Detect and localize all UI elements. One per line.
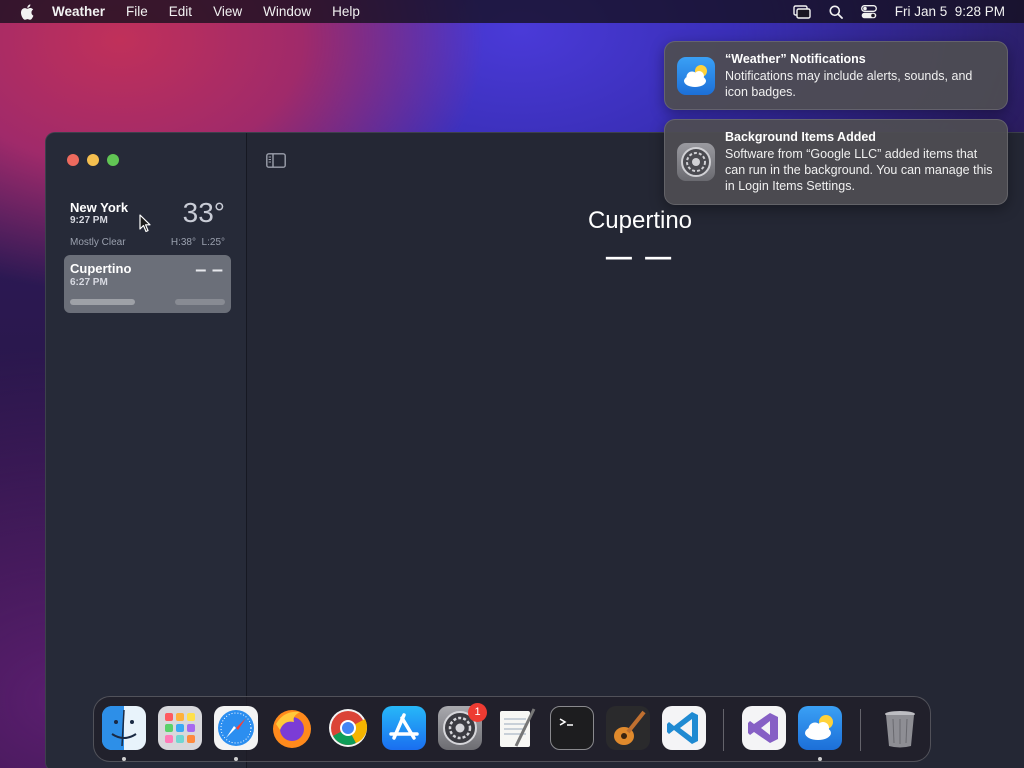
weather-icon[interactable] [798, 706, 842, 750]
notification-title: “Weather” Notifications [725, 52, 866, 66]
dock-separator [860, 709, 861, 751]
location-temp: – – [195, 259, 223, 281]
loading-placeholder [70, 299, 135, 305]
location-temp: 33° [182, 197, 225, 228]
location-city: New York [70, 200, 129, 215]
location-high-low: H:38° L:25° [170, 237, 225, 248]
app-store-icon[interactable] [382, 706, 426, 750]
weather-window: New York 9:27 PM 33° Mostly Clear H:38° … [45, 132, 1024, 768]
zoom-button[interactable] [107, 154, 119, 166]
running-indicator [122, 757, 126, 761]
minimize-button[interactable] [87, 154, 99, 166]
system-settings-icon [677, 143, 715, 181]
launchpad-icon[interactable] [158, 706, 202, 750]
menu-window[interactable]: Window [263, 4, 311, 19]
trash-icon[interactable] [878, 706, 922, 750]
location-time: 6:27 PM [70, 277, 108, 288]
notification-body: Notifications may include alerts, sounds… [725, 69, 973, 99]
notification-badge: 1 [468, 703, 487, 722]
location-item-cupertino[interactable]: Cupertino 6:27 PM – – [64, 255, 231, 313]
notification-background-items[interactable]: Background Items Added Software from “Go… [664, 119, 1008, 205]
firefox-icon[interactable] [270, 706, 314, 750]
finder-icon[interactable] [102, 706, 146, 750]
notification-body: Software from “Google LLC” added items t… [725, 147, 993, 193]
current-temperature: — — [605, 241, 675, 271]
chrome-icon[interactable] [326, 706, 370, 750]
menu-app-name[interactable]: Weather [52, 4, 105, 19]
menu-bar: Weather File Edit View Window Help Fri J… [0, 0, 1024, 23]
running-indicator [818, 757, 822, 761]
window-controls [67, 154, 119, 166]
menu-help[interactable]: Help [332, 4, 360, 19]
loading-placeholder [175, 299, 225, 305]
location-city: Cupertino [70, 261, 132, 276]
close-button[interactable] [67, 154, 79, 166]
current-city-title: Cupertino [587, 207, 693, 234]
vscode-icon[interactable] [662, 706, 706, 750]
location-time: 9:27 PM [70, 215, 108, 226]
weather-app-icon [677, 57, 715, 95]
notification-weather[interactable]: “Weather” Notifications Notifications ma… [664, 41, 1008, 110]
menu-file[interactable]: File [126, 4, 148, 19]
location-condition: Mostly Clear [70, 237, 126, 248]
menu-clock[interactable]: Fri Jan 5 9:28 PM [895, 4, 1005, 19]
menu-view[interactable]: View [213, 4, 242, 19]
main-content: Cupertino — — [247, 133, 1024, 768]
screen-mirroring-icon[interactable] [793, 4, 811, 19]
notification-title: Background Items Added [725, 130, 876, 144]
running-indicator [234, 757, 238, 761]
terminal-icon[interactable] [550, 706, 594, 750]
garageband-icon[interactable] [606, 706, 650, 750]
mouse-cursor-icon [139, 214, 151, 233]
apple-menu-icon[interactable] [18, 3, 36, 20]
search-icon[interactable] [829, 5, 843, 19]
dock-separator [723, 709, 724, 751]
dock: 1 [93, 696, 931, 762]
textedit-icon[interactable] [494, 706, 538, 750]
control-center-icon[interactable] [860, 4, 877, 19]
visual-studio-icon[interactable] [742, 706, 786, 750]
menu-edit[interactable]: Edit [169, 4, 192, 19]
safari-icon[interactable] [214, 706, 258, 750]
sidebar-toggle-icon[interactable] [266, 153, 286, 168]
